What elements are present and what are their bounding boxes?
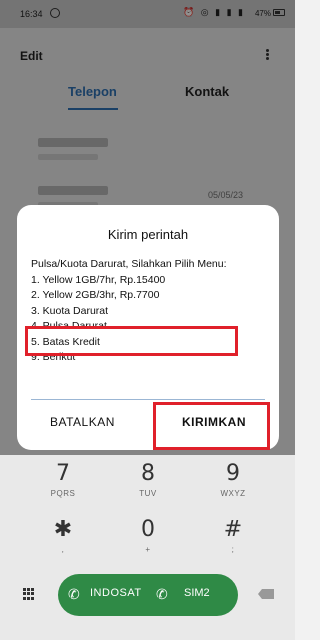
dialpad-toggle-icon[interactable] <box>23 588 35 600</box>
key-letters: WXYZ <box>220 489 246 498</box>
key-letters: ; <box>231 545 235 554</box>
key-9[interactable]: 9 WXYZ <box>203 461 263 511</box>
key-8[interactable]: 8 TUV <box>118 461 178 511</box>
phone-sim2-icon: ✆ <box>156 586 168 602</box>
key-7[interactable]: 7 PQRS <box>33 461 93 511</box>
key-digit: 8 <box>141 461 155 486</box>
key-digit: 9 <box>226 461 240 486</box>
key-hash[interactable]: # ; <box>203 517 263 567</box>
key-digit: 7 <box>56 461 70 486</box>
menu-line: 3. Kuota Darurat <box>31 304 109 317</box>
key-digit: # <box>223 517 243 542</box>
call-bar: ✆ INDOSAT ✆ SIM2 <box>0 572 295 622</box>
cancel-button[interactable]: BATALKAN <box>50 415 115 429</box>
phone-sim1-icon: ✆ <box>68 586 80 602</box>
menu-line: 1. Yellow 1GB/7hr, Rp.15400 <box>31 273 166 286</box>
highlight-menu-item <box>25 326 238 356</box>
key-digit: 0 <box>141 517 155 542</box>
highlight-send-button <box>153 402 270 450</box>
key-letters: PQRS <box>50 489 76 498</box>
key-letters: TUV <box>139 489 157 498</box>
call-button[interactable]: ✆ INDOSAT ✆ SIM2 <box>58 574 238 616</box>
key-digit: ✱ <box>53 517 73 542</box>
backspace-icon[interactable] <box>258 589 274 599</box>
sim1-label: INDOSAT <box>90 587 142 599</box>
key-0[interactable]: 0 + <box>118 517 178 567</box>
menu-line: 2. Yellow 2GB/3hr, Rp.7700 <box>31 289 160 301</box>
key-letters: , <box>61 545 65 554</box>
key-letters: + <box>145 545 151 554</box>
key-star[interactable]: ✱ , <box>33 517 93 567</box>
menu-line: Pulsa/Kuota Darurat, Silahkan Pilih Menu… <box>31 258 227 270</box>
sim2-label: SIM2 <box>184 587 210 599</box>
input-divider[interactable] <box>31 399 265 400</box>
dialog-title: Kirim perintah <box>107 227 189 242</box>
